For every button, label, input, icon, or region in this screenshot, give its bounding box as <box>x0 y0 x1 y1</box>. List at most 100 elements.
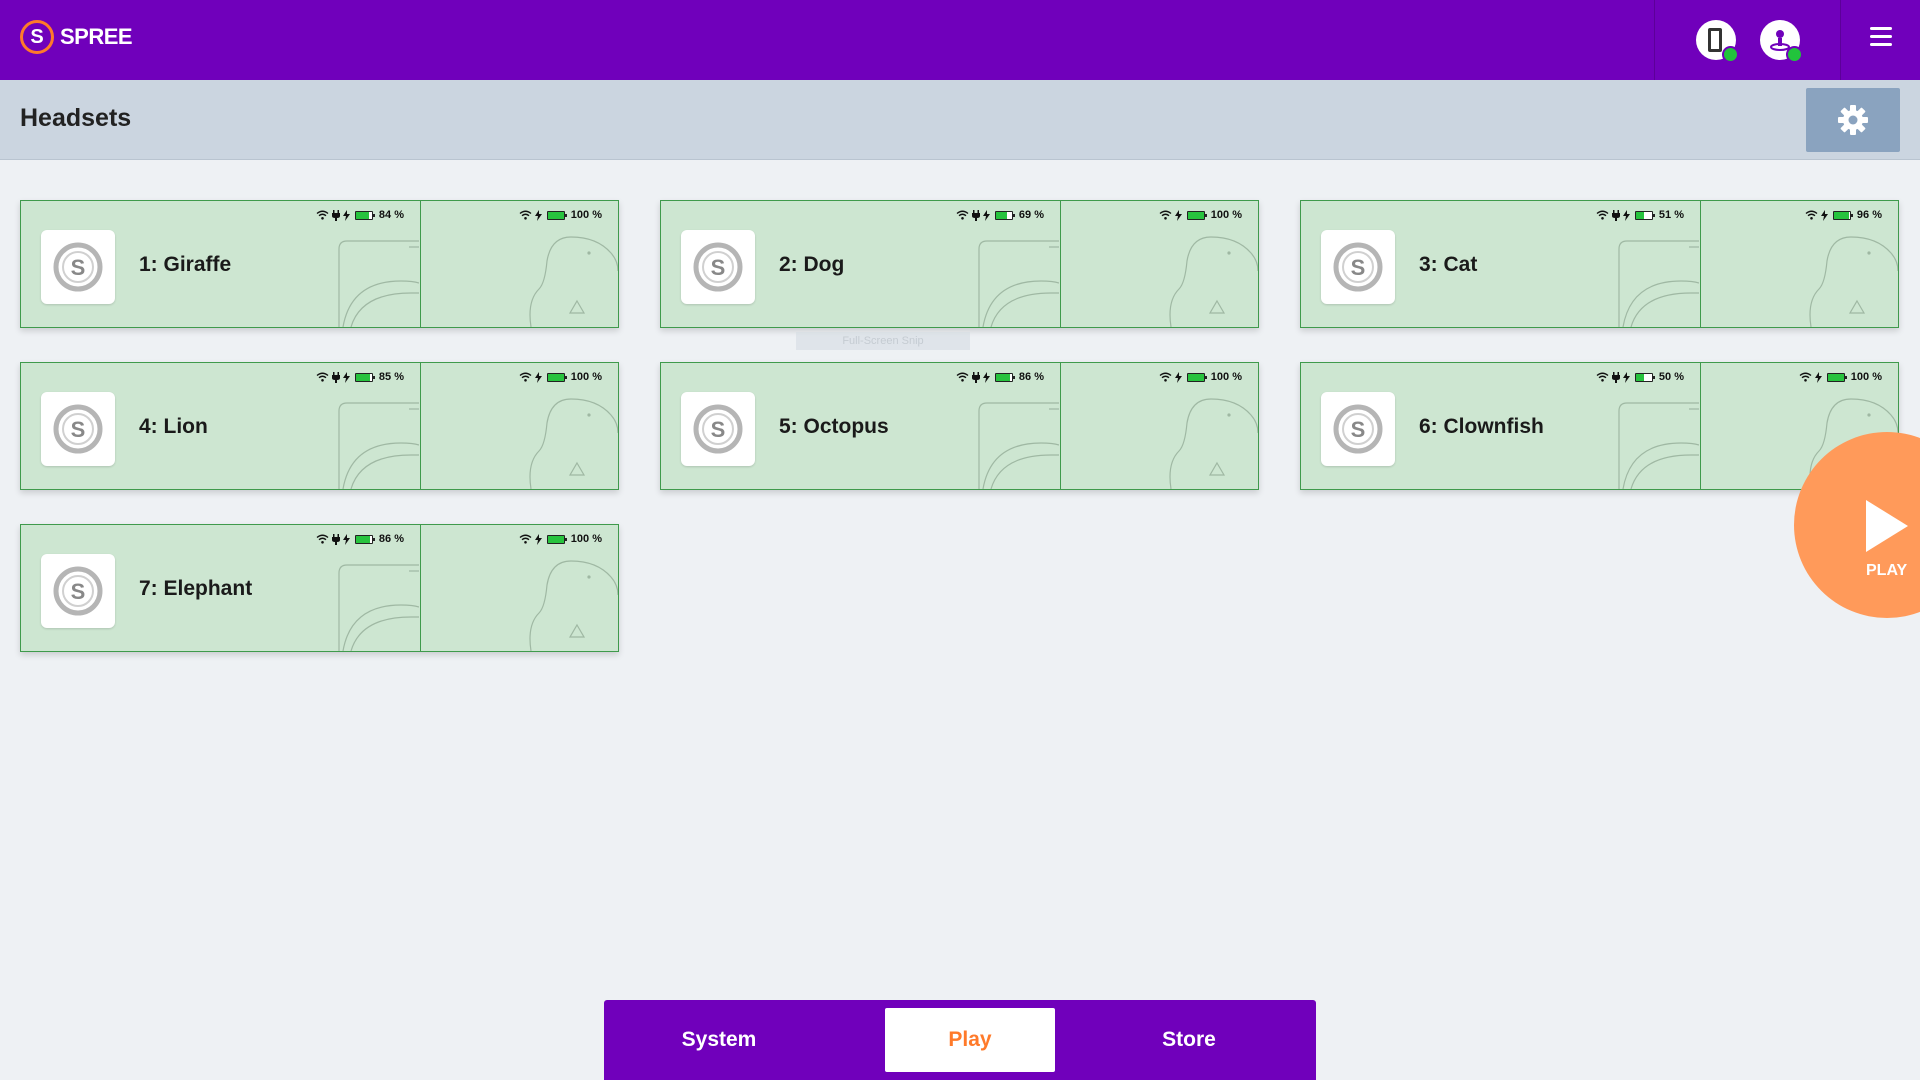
headset-battery-text: 51 % <box>1658 209 1684 221</box>
headset-card[interactable]: S 7: Elephant 86 % 100 % <box>20 524 619 652</box>
svg-text:S: S <box>71 417 86 442</box>
headset-card[interactable]: S 5: Octopus 86 % 100 % <box>660 362 1259 490</box>
headset-status: 86 % <box>956 371 1044 383</box>
controller-status: 100 % <box>519 533 602 545</box>
spree-headset-icon: S <box>53 404 103 454</box>
svg-text:S: S <box>71 255 86 280</box>
battery-icon <box>1186 372 1207 382</box>
charging-bolt-icon <box>534 209 542 221</box>
svg-text:S: S <box>71 579 86 604</box>
headset-card[interactable]: S 2: Dog 69 % 100 % <box>660 200 1259 328</box>
charging-bolt-icon <box>982 209 990 221</box>
nav-play[interactable]: Play <box>885 1008 1055 1072</box>
ghost-snip-label: Full-Screen Snip <box>796 332 970 350</box>
battery-icon <box>994 210 1015 220</box>
charging-bolt-icon <box>1814 371 1822 383</box>
svg-text:S: S <box>711 417 726 442</box>
play-button-label: PLAY <box>1866 562 1908 579</box>
headset-name: 6: Clownfish <box>1419 415 1544 438</box>
bottom-nav: System Play Store <box>604 1000 1316 1080</box>
headset-status: 50 % <box>1596 371 1684 383</box>
headset-panel: S 3: Cat 51 % <box>1301 201 1701 327</box>
spree-headset-icon: S <box>1333 404 1383 454</box>
logo-text: SPREE <box>60 24 133 49</box>
battery-icon <box>1634 210 1655 220</box>
battery-level <box>355 535 370 543</box>
controller-status: 100 % <box>519 371 602 383</box>
battery-level <box>1635 373 1644 381</box>
wifi-icon <box>519 534 532 544</box>
top-divider <box>1840 0 1841 80</box>
wifi-icon <box>519 210 532 220</box>
headset-battery-text: 85 % <box>378 371 404 383</box>
headset-panel: S 5: Octopus 86 % <box>661 363 1061 489</box>
spree-logo: S SPREE <box>20 20 133 54</box>
battery-icon <box>1826 372 1847 382</box>
charging-bolt-icon <box>1820 209 1828 221</box>
controller-panel: 100 % <box>1061 201 1258 327</box>
battery-level <box>547 373 564 381</box>
plug-icon <box>971 209 980 221</box>
wifi-icon <box>316 372 329 382</box>
controller-panel: 100 % <box>421 363 618 489</box>
headset-card[interactable]: S 1: Giraffe 84 % 100 % <box>20 200 619 328</box>
svg-text:S: S <box>711 255 726 280</box>
wifi-icon <box>1596 210 1609 220</box>
headset-battery-text: 50 % <box>1658 371 1684 383</box>
spree-headset-icon: S <box>53 566 103 616</box>
headset-name: 5: Octopus <box>779 415 889 438</box>
status-online-dot <box>1786 46 1803 63</box>
battery-level <box>547 535 564 543</box>
charging-bolt-icon <box>1174 371 1182 383</box>
controller-status: 100 % <box>519 209 602 221</box>
headset-name: 4: Lion <box>139 415 208 438</box>
battery-icon <box>1832 210 1853 220</box>
spree-headset-icon: S <box>693 404 743 454</box>
nav-store[interactable]: Store <box>1114 1008 1264 1072</box>
headset-card[interactable]: S 6: Clownfish 50 % 100 % <box>1300 362 1899 490</box>
headset-battery-text: 84 % <box>378 209 404 221</box>
operator-status-button[interactable] <box>1760 20 1803 63</box>
top-bar: S SPREE <box>0 0 1920 80</box>
nav-system[interactable]: System <box>644 1008 794 1072</box>
svg-text:S: S <box>1351 255 1366 280</box>
headset-panel: S 4: Lion 85 % <box>21 363 421 489</box>
hamburger-menu-icon[interactable] <box>1870 27 1892 47</box>
battery-icon <box>354 372 375 382</box>
battery-icon <box>354 534 375 544</box>
battery-icon <box>994 372 1015 382</box>
charging-bolt-icon <box>534 371 542 383</box>
headset-avatar: S <box>1321 392 1395 466</box>
battery-level <box>1635 211 1645 219</box>
wifi-icon <box>316 534 329 544</box>
wifi-icon <box>956 210 969 220</box>
headset-battery-text: 69 % <box>1018 209 1044 221</box>
charging-bolt-icon <box>534 533 542 545</box>
plug-icon <box>971 371 980 383</box>
headset-card[interactable]: S 4: Lion 85 % 100 % <box>20 362 619 490</box>
settings-button[interactable] <box>1806 88 1900 152</box>
controller-battery-text: 100 % <box>570 371 602 383</box>
logo-mark: S <box>20 20 54 54</box>
battery-level <box>1187 373 1204 381</box>
headset-avatar: S <box>681 392 755 466</box>
wifi-icon <box>1805 210 1818 220</box>
headset-tracker-status-button[interactable] <box>1696 20 1739 63</box>
battery-level <box>1827 373 1844 381</box>
headset-card[interactable]: S 3: Cat 51 % 96 % <box>1300 200 1899 328</box>
controller-battery-text: 96 % <box>1856 209 1882 221</box>
wifi-icon <box>956 372 969 382</box>
page-title: Headsets <box>20 104 132 132</box>
wifi-icon <box>519 372 532 382</box>
gear-icon <box>1838 105 1868 135</box>
headset-panel: S 2: Dog 69 % <box>661 201 1061 327</box>
controller-battery-text: 100 % <box>570 209 602 221</box>
controller-status: 96 % <box>1805 209 1882 221</box>
headset-status: 84 % <box>316 209 404 221</box>
charging-bolt-icon <box>342 371 350 383</box>
wifi-icon <box>1159 372 1172 382</box>
headset-panel: S 6: Clownfish 50 % <box>1301 363 1701 489</box>
headset-avatar: S <box>41 554 115 628</box>
headset-name: 1: Giraffe <box>139 253 232 276</box>
controller-status: 100 % <box>1159 209 1242 221</box>
